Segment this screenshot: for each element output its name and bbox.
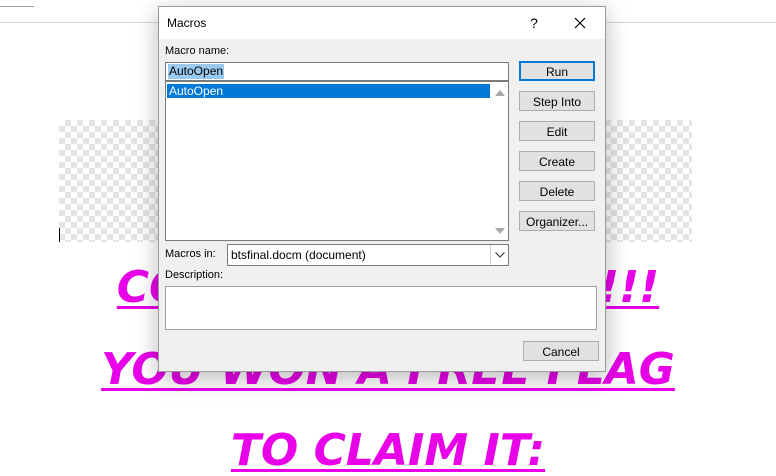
macro-list[interactable]: AutoOpen <box>165 81 509 241</box>
macro-name-value: AutoOpen <box>168 64 225 79</box>
run-button[interactable]: Run <box>519 61 595 81</box>
close-button[interactable] <box>563 10 597 36</box>
macros-dialog: Macros ? Macro name: AutoOpen AutoOpen M… <box>158 6 606 372</box>
step-into-button[interactable]: Step Into <box>519 91 595 111</box>
list-scrollbar[interactable] <box>491 82 508 240</box>
organizer-button[interactable]: Organizer... <box>519 211 595 231</box>
scroll-down-arrow-icon[interactable] <box>495 228 505 234</box>
scroll-up-arrow-icon[interactable] <box>495 90 505 96</box>
description-label: Description: <box>165 269 224 281</box>
macro-name-input[interactable]: AutoOpen <box>165 62 509 81</box>
macro-name-label: Macro name: <box>165 45 230 57</box>
text-cursor <box>59 228 60 242</box>
edit-button[interactable]: Edit <box>519 121 595 141</box>
macros-in-select[interactable]: btsfinal.docm (document) <box>227 244 509 266</box>
macros-in-label: Macros in: <box>165 248 216 260</box>
help-button[interactable]: ? <box>519 10 549 36</box>
cancel-button[interactable]: Cancel <box>523 341 599 361</box>
dialog-titlebar[interactable]: Macros ? <box>159 7 605 39</box>
macros-in-value: btsfinal.docm (document) <box>231 248 366 262</box>
delete-button[interactable]: Delete <box>519 181 595 201</box>
list-item[interactable]: AutoOpen <box>167 84 490 98</box>
chevron-down-icon <box>495 252 505 258</box>
toolbar-edge <box>0 0 34 7</box>
create-button[interactable]: Create <box>519 151 595 171</box>
description-box <box>165 286 597 330</box>
dialog-title: Macros <box>167 16 207 30</box>
close-icon <box>574 17 586 29</box>
dropdown-button[interactable] <box>490 245 508 265</box>
